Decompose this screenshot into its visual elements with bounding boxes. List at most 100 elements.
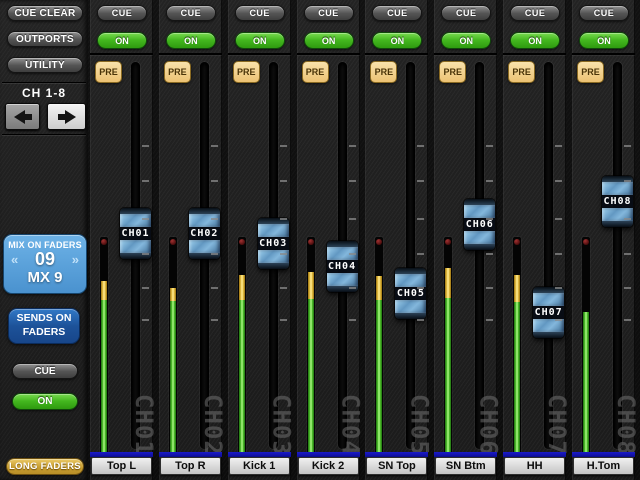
divider [228, 53, 291, 55]
fader-scale-tick [624, 145, 631, 147]
level-meter [513, 237, 521, 454]
fader-track[interactable] [475, 62, 484, 449]
channel-on-button[interactable]: ON [304, 32, 354, 49]
fader-handle[interactable]: CH02 [189, 208, 220, 259]
pre-badge[interactable]: PRE [302, 61, 329, 83]
meter-yellow-segment [445, 268, 451, 298]
divider [2, 82, 86, 83]
pre-badge[interactable]: PRE [164, 61, 191, 83]
fader-scale-tick [349, 145, 356, 147]
channel-number-watermark: CH08 [614, 394, 638, 456]
level-meter [307, 237, 315, 454]
channel-on-button[interactable]: ON [97, 32, 147, 49]
fader-scale-tick [417, 218, 424, 220]
channel-on-button[interactable]: ON [166, 32, 216, 49]
channel-on-button[interactable]: ON [579, 32, 629, 49]
utility-button[interactable]: UTILITY [7, 57, 83, 73]
bank-previous-button[interactable] [5, 103, 40, 130]
meter-green-segment [170, 301, 176, 452]
fader-scale-tick [555, 319, 562, 321]
fader-scale-tick [417, 145, 424, 147]
cue-clear-button[interactable]: CUE CLEAR [7, 5, 83, 21]
pre-badge[interactable]: PRE [577, 61, 604, 83]
fader-handle[interactable]: CH07 [533, 287, 564, 338]
channel-cue-button[interactable]: CUE [304, 5, 354, 21]
channel-name[interactable]: Kick 2 [298, 457, 359, 475]
channel-name[interactable]: SN Btm [435, 457, 496, 475]
previous-mix-chevron-icon[interactable]: « [11, 253, 18, 266]
mix-on-faders-display[interactable]: MIX ON FADERS « 09 » MX 9 [3, 234, 87, 294]
meter-yellow-segment [101, 281, 107, 300]
channel-number-watermark: CH01 [132, 394, 156, 456]
pre-badge[interactable]: PRE [95, 61, 122, 83]
channel-on-button[interactable]: ON [372, 32, 422, 49]
pre-badge[interactable]: PRE [233, 61, 260, 83]
fader-cap-surface [258, 250, 289, 263]
level-meter [375, 237, 383, 454]
fader-scale-tick [211, 319, 218, 321]
sidebar-cue-button[interactable]: CUE [12, 363, 78, 379]
outports-button[interactable]: OUTPORTS [7, 31, 83, 47]
bank-next-button[interactable] [47, 103, 86, 130]
fader-scale-tick [280, 180, 287, 182]
fader-cap-surface [120, 214, 151, 227]
fader-scale-tick [417, 180, 424, 182]
meter-yellow-segment [308, 272, 314, 299]
fader-cap-label: CH07 [533, 306, 564, 319]
fader-handle[interactable]: CH06 [464, 199, 495, 250]
peak-indicator [239, 239, 245, 245]
fader-cap-surface [189, 240, 220, 253]
mixer-fader-screen: CUE CLEAR OUTPORTS UTILITY CH 1-8 MIX ON… [0, 0, 640, 480]
meter-yellow-segment [170, 288, 176, 301]
fader-track[interactable] [406, 62, 415, 449]
next-mix-chevron-icon[interactable]: » [72, 253, 79, 266]
channel-strip: CUE ON PRE CH03 CH03 Kick 1 [228, 0, 291, 480]
pre-badge[interactable]: PRE [370, 61, 397, 83]
fader-handle[interactable]: CH03 [258, 218, 289, 269]
channel-name[interactable]: H.Tom [573, 457, 634, 475]
meter-green-segment [239, 300, 245, 452]
pre-badge[interactable]: PRE [439, 61, 466, 83]
fader-track[interactable] [544, 62, 553, 449]
fader-handle[interactable]: CH01 [120, 208, 151, 259]
fader-handle[interactable]: CH04 [327, 241, 358, 292]
fader-scale-tick [486, 218, 493, 220]
fader-track[interactable] [613, 62, 622, 449]
fader-scale-tick [349, 319, 356, 321]
pre-badge[interactable]: PRE [508, 61, 535, 83]
channel-name[interactable]: HH [504, 457, 565, 475]
channel-name[interactable]: SN Top [366, 457, 427, 475]
channel-number-watermark: CH02 [201, 394, 225, 456]
channel-on-button[interactable]: ON [441, 32, 491, 49]
fader-cap-surface [464, 205, 495, 218]
level-meter [444, 237, 452, 454]
channel-on-button[interactable]: ON [235, 32, 285, 49]
sidebar-on-button[interactable]: ON [12, 393, 78, 410]
fader-handle[interactable]: CH05 [395, 268, 426, 319]
channel-strip: CUE ON PRE CH04 CH04 Kick 2 [297, 0, 360, 480]
channel-on-button[interactable]: ON [510, 32, 560, 49]
meter-yellow-segment [514, 275, 520, 302]
channel-cue-button[interactable]: CUE [441, 5, 491, 21]
channel-cue-button[interactable]: CUE [235, 5, 285, 21]
channel-strip: CUE ON PRE CH02 CH02 Top R [159, 0, 222, 480]
channel-cue-button[interactable]: CUE [166, 5, 216, 21]
channel-name[interactable]: Top L [91, 457, 152, 475]
fader-scale-tick [624, 180, 631, 182]
channel-cue-button[interactable]: CUE [372, 5, 422, 21]
fader-scale-tick [417, 253, 424, 255]
sends-on-faders-button[interactable]: SENDS ON FADERS [8, 308, 80, 344]
fader-scale-tick [349, 180, 356, 182]
fader-scale-tick [142, 218, 149, 220]
fader-scale-tick [280, 218, 287, 220]
channel-name[interactable]: Kick 1 [229, 457, 290, 475]
channel-cue-button[interactable]: CUE [579, 5, 629, 21]
fader-scale-tick [211, 180, 218, 182]
peak-indicator [308, 239, 314, 245]
divider [90, 53, 153, 55]
channel-cue-button[interactable]: CUE [97, 5, 147, 21]
channel-name[interactable]: Top R [160, 457, 221, 475]
channel-cue-button[interactable]: CUE [510, 5, 560, 21]
meter-green-segment [376, 300, 382, 452]
long-faders-button[interactable]: LONG FADERS [6, 458, 84, 475]
